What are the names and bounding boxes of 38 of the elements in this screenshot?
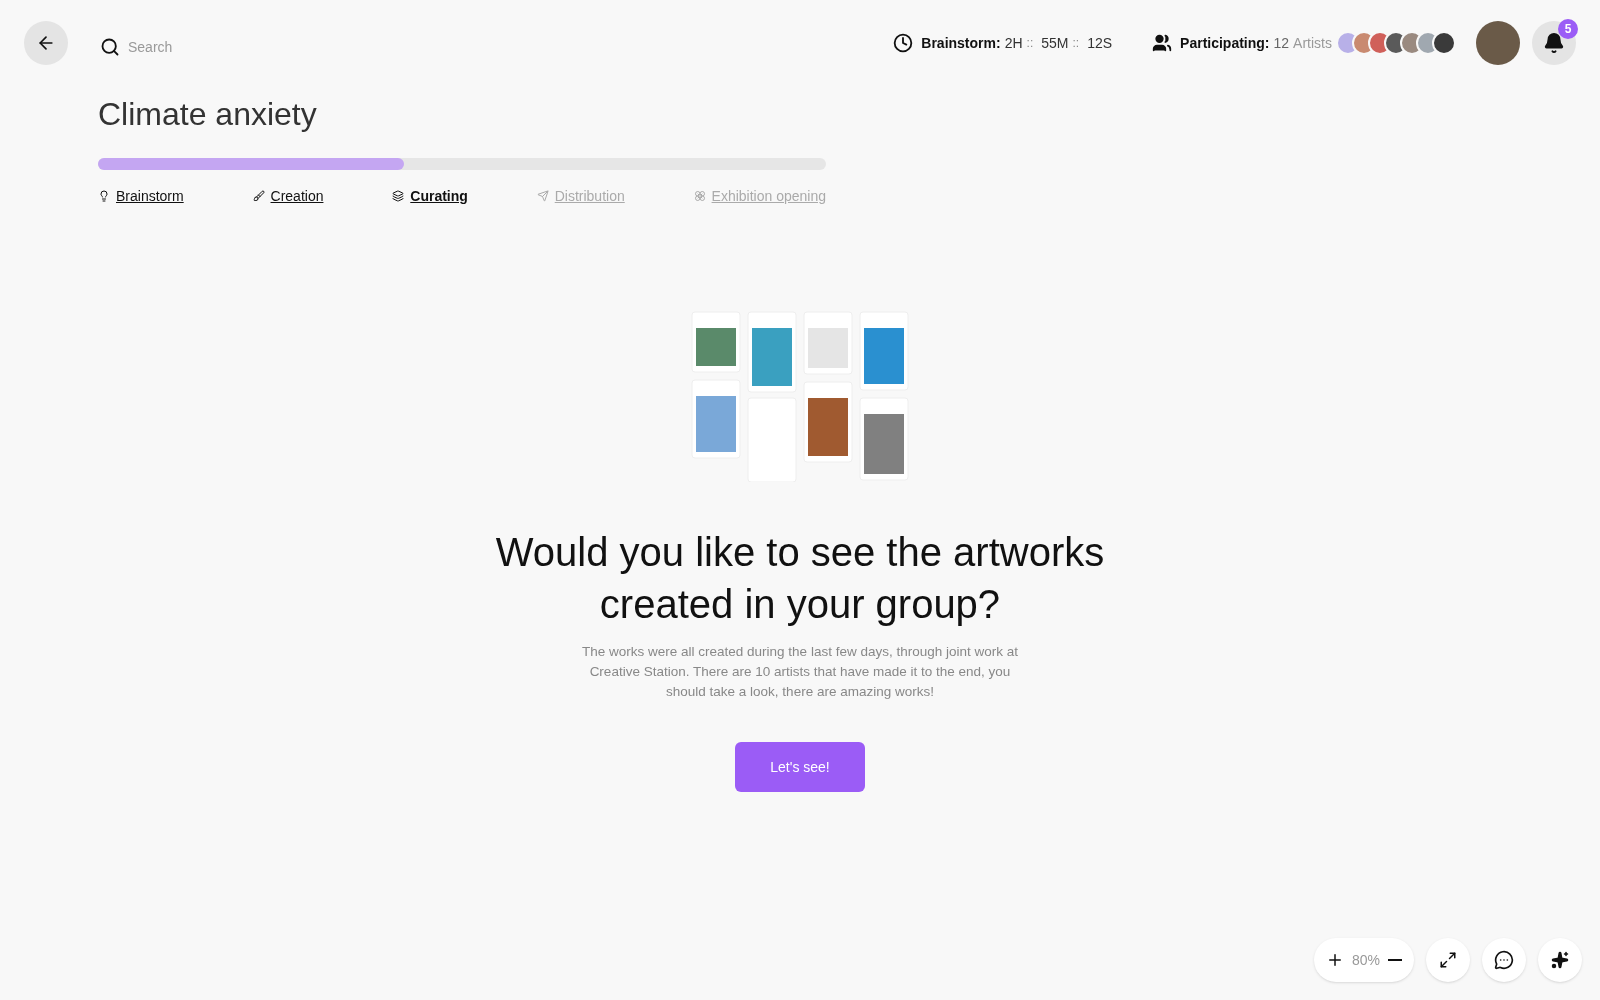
- timer-hours: 2H: [1004, 34, 1023, 53]
- back-button[interactable]: [24, 21, 68, 65]
- minus-icon: [1388, 959, 1402, 961]
- people-icon: [1152, 33, 1173, 53]
- participants-label: Participating:: [1180, 34, 1270, 53]
- step-icon: [252, 190, 265, 202]
- timer-separator: ::: [1026, 35, 1034, 51]
- search-icon: [100, 37, 120, 57]
- timer-label: Brainstorm:: [921, 34, 1001, 53]
- timer-minutes: 55M: [1041, 34, 1069, 53]
- step-link[interactable]: Creation: [252, 186, 324, 206]
- timer-seconds: 12S: [1087, 34, 1113, 53]
- chat-icon: [1494, 950, 1514, 970]
- bell-icon: [1543, 32, 1565, 54]
- search-field[interactable]: Search: [128, 37, 278, 57]
- sparkle-button[interactable]: [1538, 938, 1582, 982]
- timer-separator: ::: [1072, 35, 1080, 51]
- description-text: The works were all created during the last few days, through joint work at Creative Station. There are 10 artists that have made it to the end, you should take a look, there are amazing works!: [581, 643, 1019, 701]
- avatar: [1432, 31, 1456, 55]
- step-link[interactable]: Brainstorm: [98, 186, 184, 206]
- step-link[interactable]: Curating: [392, 186, 468, 206]
- lets-see-button[interactable]: Let's see!: [735, 742, 865, 792]
- page-title: Climate anxiety: [98, 95, 318, 134]
- prompt-heading: Would you like to see the artworks created in your group?: [494, 529, 1106, 628]
- step-icon: [693, 190, 706, 202]
- step-icon: [392, 190, 405, 202]
- sparkle-icon: [1551, 951, 1569, 969]
- clock-icon: [893, 33, 914, 53]
- zoom-level: 80%: [1351, 951, 1380, 970]
- participants-count: 12: [1273, 34, 1290, 53]
- chat-button[interactable]: [1482, 938, 1526, 982]
- notification-badge: 5: [1558, 19, 1578, 39]
- fullscreen-button[interactable]: [1426, 938, 1470, 982]
- step-icon: [536, 190, 549, 202]
- expand-icon: [1439, 951, 1457, 969]
- participants-unit: Artists: [1293, 34, 1332, 53]
- step-icon: [98, 190, 110, 202]
- user-avatar[interactable]: [1476, 21, 1520, 65]
